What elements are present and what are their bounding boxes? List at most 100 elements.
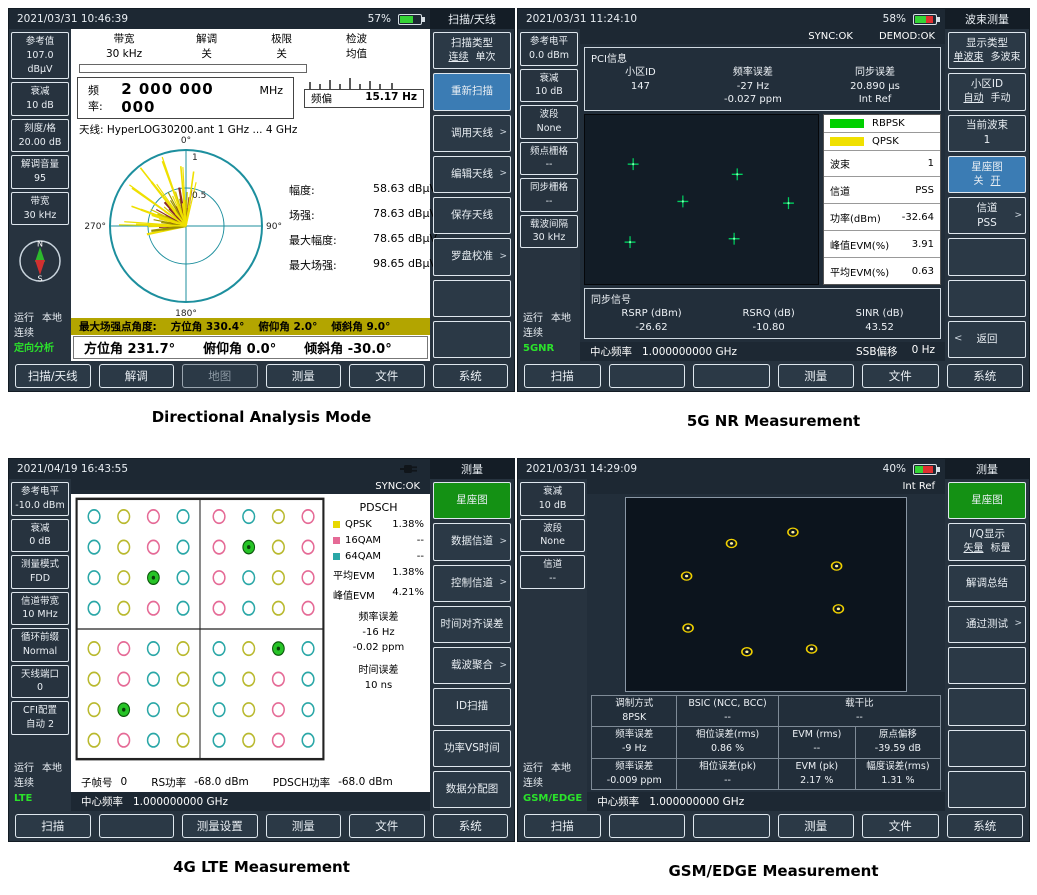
cell-phase-err-pk: 相位误差(pk)-- [677, 759, 778, 791]
param-attenuation[interactable]: 衰减10 dB [520, 482, 585, 516]
datetime: 2021/04/19 16:43:55 [17, 463, 128, 475]
menu-scan-type[interactable]: 扫描类型 连续单次 [433, 32, 511, 69]
menu-iq-display[interactable]: I/Q显示 矢量标量 [948, 523, 1026, 560]
right-menu: 星座图 数据信道> 控制信道> 时间对齐误差 载波聚合> ID扫描 功率VS时间… [430, 479, 514, 811]
menu-compass-cal[interactable]: 罗盘校准> [433, 238, 511, 275]
cell-evm-rms: EVM (rms)-- [779, 727, 856, 759]
current-angles: 方位角 231.7° 俯仰角 0.0° 倾斜角 -30.0° [73, 336, 428, 359]
param-subcarrier-spacing[interactable]: 载波间隔30 kHz [520, 215, 578, 249]
bottom-softkeys: 扫描 测量 文件 系统 [518, 811, 1029, 841]
battery-percent: 40% [883, 463, 906, 475]
ref-status: Int Ref [902, 481, 935, 492]
level-readings: 幅度:58.63 dBμV 场强:78.63 dBμV 最大幅度:78.65 d… [289, 182, 441, 273]
param-detector: 检波均值 [346, 32, 367, 61]
chevron-right-icon: > [499, 536, 507, 547]
svg-text:S: S [37, 275, 42, 284]
menu-id-scan[interactable]: ID扫描 [433, 688, 511, 725]
softkey-measure[interactable]: 测量 [266, 814, 342, 838]
menu-current-beam[interactable]: 当前波束 1 [948, 115, 1026, 152]
menu-data-allocation[interactable]: 数据分配图 [433, 771, 511, 808]
battery-icon [913, 14, 937, 25]
param-antenna-port[interactable]: 天线端口0 [11, 665, 69, 699]
qpsk-color-swatch [333, 521, 340, 528]
softkey-scan[interactable]: 扫描 [15, 814, 91, 838]
softkey-scan[interactable]: 扫描 [524, 814, 601, 838]
menu-channel[interactable]: 信道 PSS > [948, 197, 1026, 234]
softkey-file[interactable]: 文件 [862, 814, 939, 838]
param-cfi-config[interactable]: CFI配置自动 2 [11, 701, 69, 735]
param-attenuation[interactable]: 衰减0 dB [11, 519, 69, 553]
status-bar: 2021/03/31 11:24:10 58% [518, 9, 945, 29]
menu-pass-test[interactable]: 通过测试> [948, 606, 1026, 643]
main-display: SYNC:OK PDSCH QPSK1.38% 16QAM-- 64QAM-- … [71, 479, 430, 811]
mod-16qam: 16QAM-- [333, 535, 424, 546]
menu-power-vs-time[interactable]: 功率VS时间 [433, 730, 511, 767]
menu-time-alignment[interactable]: 时间对齐误差 [433, 606, 511, 643]
menu-constellation-toggle[interactable]: 星座图 关开 [948, 156, 1026, 193]
param-channel-bw[interactable]: 信道带宽10 MHz [11, 592, 69, 626]
softkey-measure[interactable]: 测量 [778, 364, 855, 388]
menu-carrier-aggregation[interactable]: 载波聚合> [433, 647, 511, 684]
param-band[interactable]: 波段None [520, 519, 585, 553]
param-sync-raster[interactable]: 同步栅格-- [520, 178, 578, 212]
max-field-point-bar: 最大场强点角度: 方位角 330.4° 俯仰角 2.0° 倾斜角 9.0° [71, 318, 430, 335]
softkey-system[interactable]: 系统 [947, 364, 1024, 388]
chevron-right-icon: > [499, 660, 507, 671]
param-demod-volume[interactable]: 解调音量95 [11, 155, 69, 189]
menu-save-antenna[interactable]: 保存天线 [433, 197, 511, 234]
softkey-measure[interactable]: 测量 [266, 364, 342, 388]
menu-edit-antenna[interactable]: 编辑天线> [433, 156, 511, 193]
menu-back-button[interactable]: < 返回 [948, 321, 1026, 358]
param-ref-level[interactable]: 参考值107.0 dBμV [11, 32, 69, 79]
param-band[interactable]: 波段None [520, 105, 578, 139]
softkey-blank [609, 814, 686, 838]
param-freq-raster[interactable]: 频点栅格-- [520, 142, 578, 176]
param-cyclic-prefix[interactable]: 循环前缀Normal [11, 628, 69, 662]
rbpsk-color-swatch [830, 119, 864, 128]
param-bandwidth[interactable]: 带宽30 kHz [11, 192, 69, 226]
frequency-display[interactable]: 频率:2 000 000 000MHz [77, 77, 294, 119]
param-measure-mode[interactable]: 测量模式FDD [11, 555, 69, 589]
softkey-system[interactable]: 系统 [433, 364, 509, 388]
menu-demod-summary[interactable]: 解调总结 [948, 565, 1026, 602]
panel-lte: 2021/04/19 16:43:55 测量 参考电平-10.0 dBm 衰减0… [8, 458, 515, 842]
softkey-file[interactable]: 文件 [349, 814, 425, 838]
softkey-system[interactable]: 系统 [433, 814, 509, 838]
softkey-system[interactable]: 系统 [947, 814, 1024, 838]
caption-directional: Directional Analysis Mode [8, 408, 515, 426]
menu-data-channel[interactable]: 数据信道> [433, 523, 511, 560]
softkey-demod[interactable]: 解调 [99, 364, 175, 388]
menu-recall-antenna[interactable]: 调用天线> [433, 115, 511, 152]
softkey-measure[interactable]: 测量 [778, 814, 855, 838]
pci-info-box: PCI信息 小区ID147 频率误差-27 Hz-0.027 ppm 同步误差2… [584, 47, 941, 111]
menu-control-channel[interactable]: 控制信道> [433, 565, 511, 602]
softkey-scan-antenna[interactable]: 扫描/天线 [15, 364, 91, 388]
chevron-right-icon: > [499, 128, 507, 139]
softkey-file[interactable]: 文件 [349, 364, 425, 388]
param-channel[interactable]: 信道-- [520, 555, 585, 589]
menu-rescan-button[interactable]: 重新扫描 [433, 73, 511, 110]
active-mode-label: GSM/EDGE [523, 791, 582, 806]
demod-status: DEMOD:OK [879, 31, 935, 42]
active-mode-label: 定向分析 [14, 341, 66, 356]
softkey-scan[interactable]: 扫描 [524, 364, 601, 388]
menu-display-type[interactable]: 显示类型 单波束多波束 [948, 32, 1026, 69]
param-scale-div[interactable]: 刻度/格20.00 dB [11, 119, 69, 153]
menu-cell-id[interactable]: 小区ID 自动手动 [948, 73, 1026, 110]
menu-constellation[interactable]: 星座图 [433, 482, 511, 519]
softkey-map: 地图 [182, 364, 258, 388]
run-status: 运行本地 连续 GSM/EDGE [520, 759, 585, 808]
param-attenuation[interactable]: 衰减10 dB [520, 69, 578, 103]
softkey-measure-setup[interactable]: 测量设置 [182, 814, 258, 838]
menu-constellation[interactable]: 星座图 [948, 482, 1026, 519]
param-limit: 极限关 [271, 32, 292, 61]
softkey-file[interactable]: 文件 [862, 364, 939, 388]
param-attenuation[interactable]: 衰减10 dB [11, 82, 69, 116]
svg-text:0°: 0° [181, 136, 191, 146]
param-ref-level[interactable]: 参考电平-10.0 dBm [11, 482, 69, 516]
run-status: 运行本地 连续 LTE [11, 759, 69, 808]
antenna-pattern-rays [119, 157, 196, 234]
pci-sync-error: 同步误差20.890 μsInt Ref [850, 66, 900, 107]
param-ref-level[interactable]: 参考电平0.0 dBm [520, 32, 578, 66]
datetime: 2021/03/31 11:24:10 [526, 13, 637, 25]
